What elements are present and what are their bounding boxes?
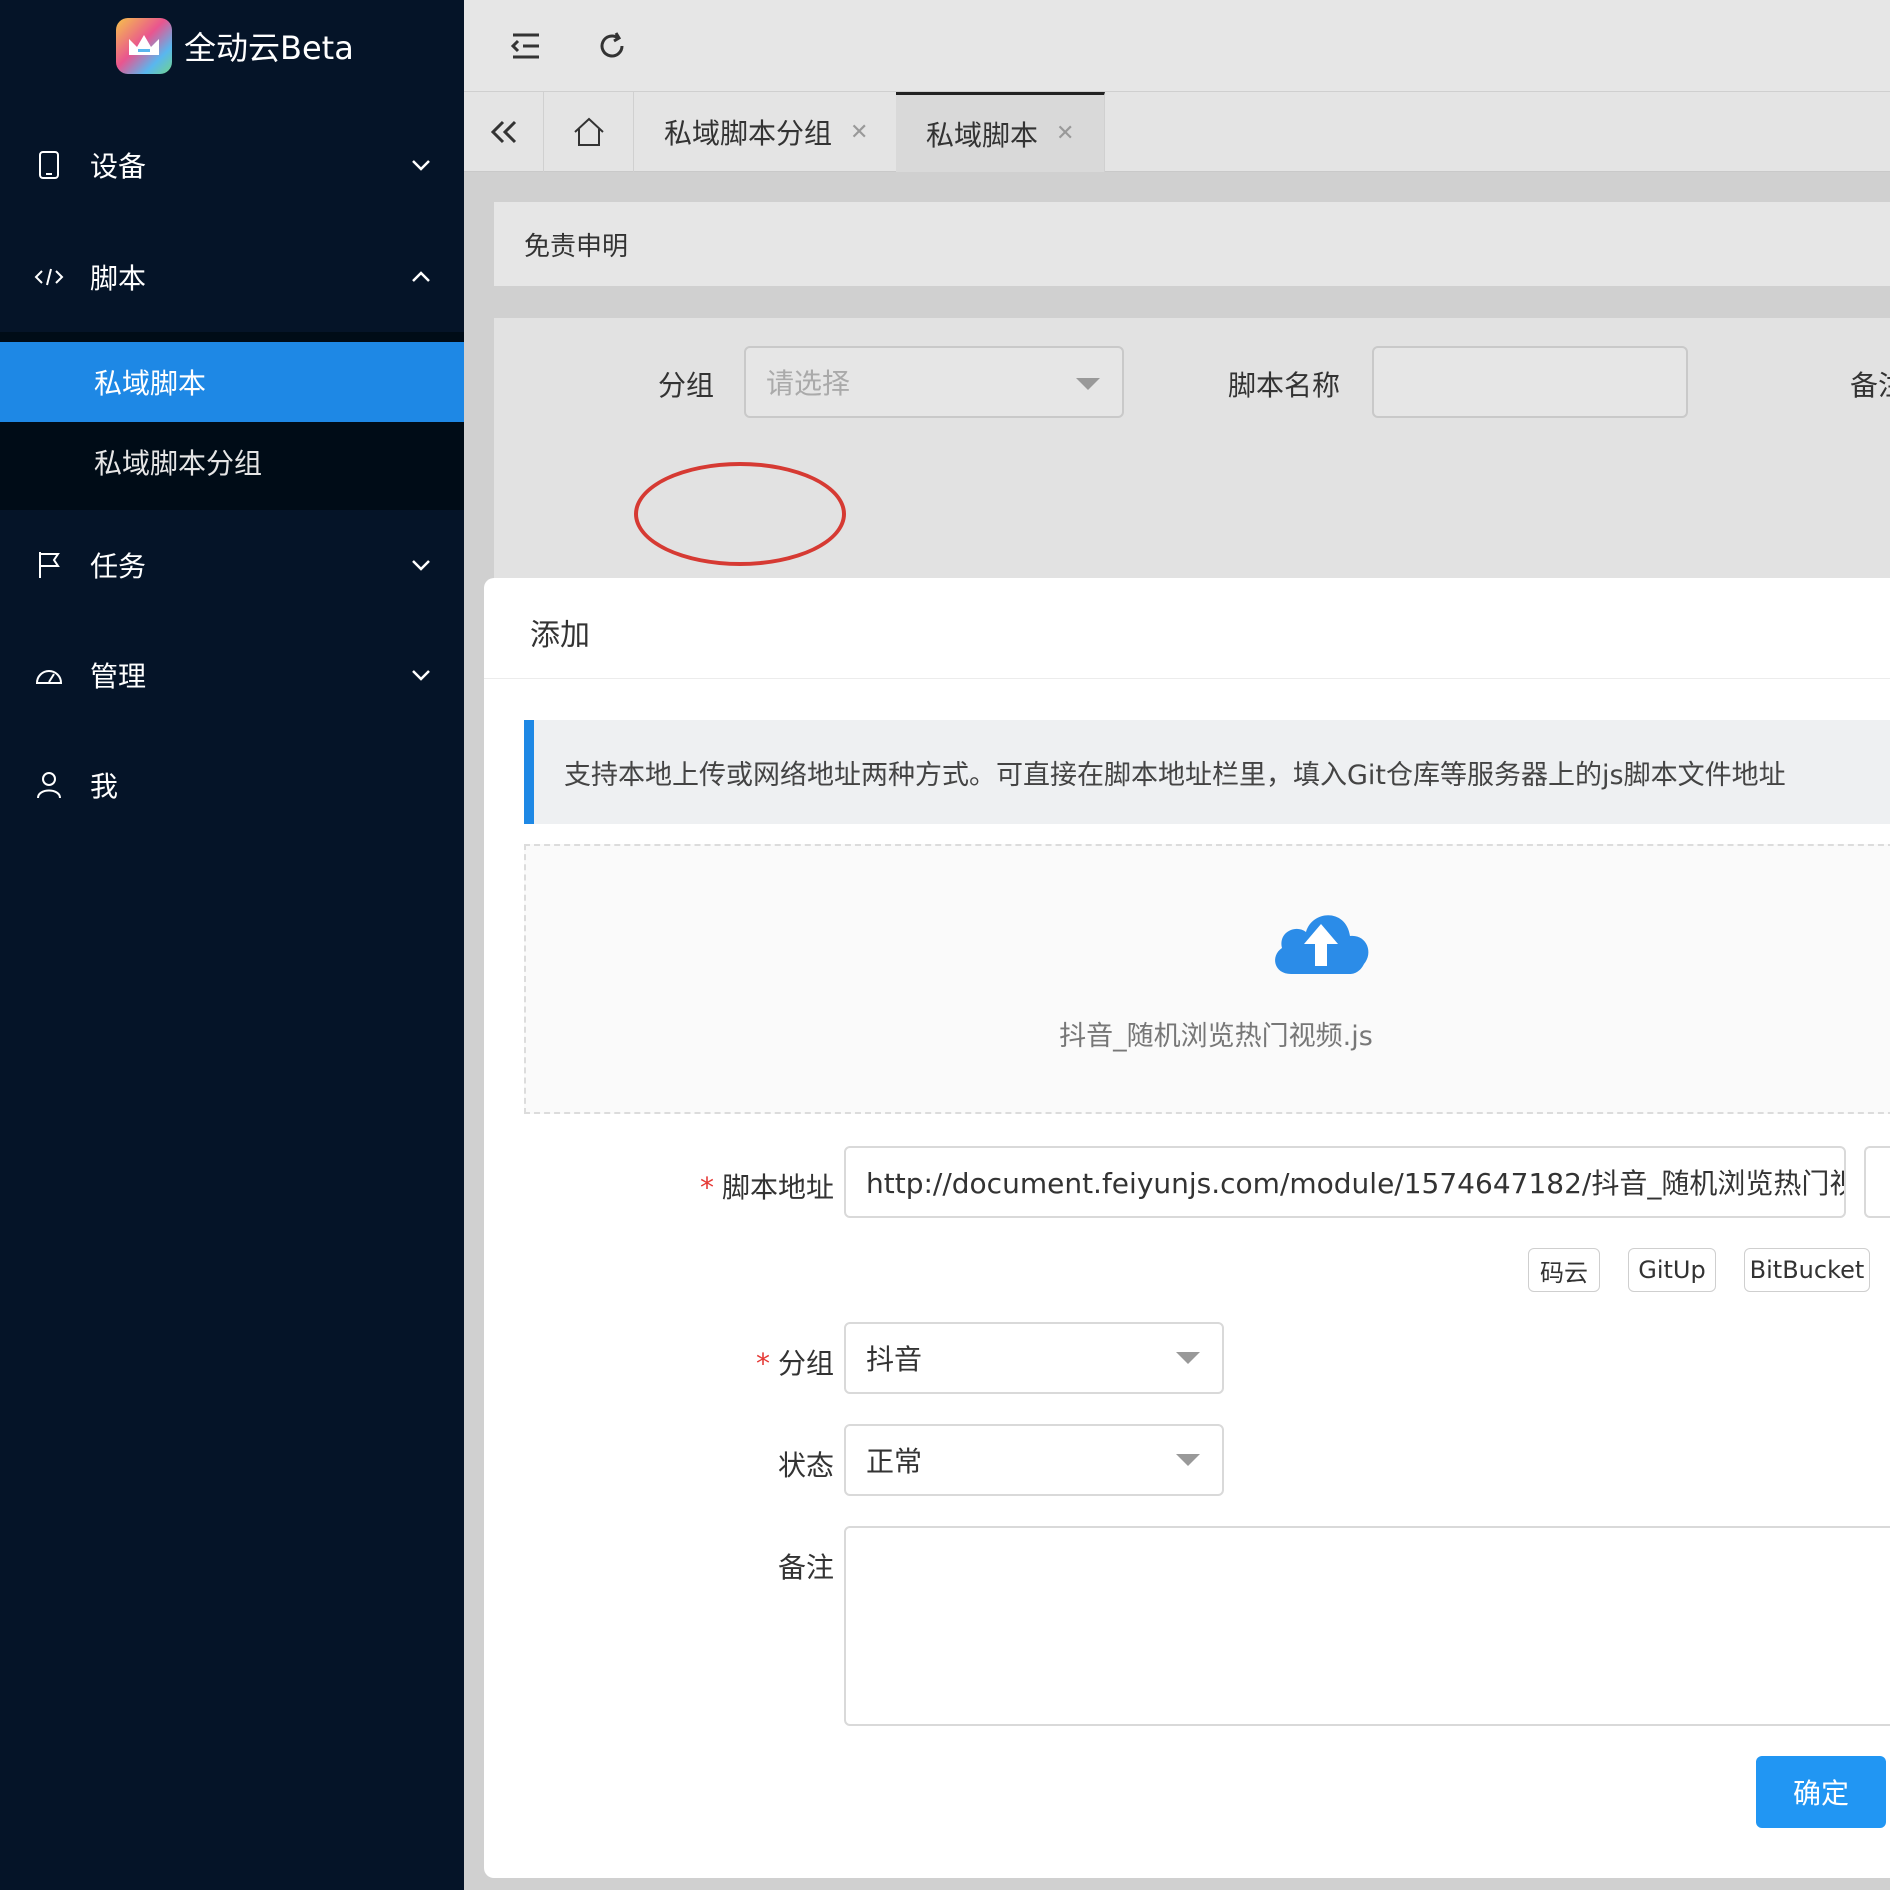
remark-textarea[interactable] [844, 1526, 1890, 1726]
sidebar-item-label: 我 [90, 770, 119, 803]
refresh-icon [600, 32, 624, 58]
group-label-text: 分组 [777, 1347, 834, 1380]
app-logo[interactable]: 全动云Beta [116, 18, 354, 74]
indent-icon [510, 33, 539, 59]
filter-group-select[interactable]: 请选择 [744, 346, 1124, 418]
source-button-gitee[interactable]: 码云 [1528, 1248, 1600, 1292]
double-chevron-left-icon [490, 120, 516, 144]
filter-group-placeholder: 请选择 [766, 367, 851, 400]
dashboard-icon [34, 660, 64, 690]
tab-private-script[interactable]: 私域脚本 ✕ [896, 92, 1106, 172]
sidebar: 全动云Beta 设备 脚本 私域脚本 私域脚本分组 任务 管理 我 [0, 0, 464, 1890]
filter-group-label: 分组 [658, 369, 715, 402]
filter-remark-label: 备注 [1850, 369, 1890, 402]
filter-name-label: 脚本名称 [1228, 369, 1341, 402]
logo-crown-icon [116, 18, 172, 74]
script-url-input[interactable]: http://document.feiyunjs.com/module/1574… [844, 1146, 1846, 1218]
sidebar-item-device[interactable]: 设备 [0, 110, 464, 220]
required-mark: * [755, 1347, 770, 1380]
sidebar-subitem-private-script[interactable]: 私域脚本 [0, 342, 464, 422]
highlight-annotation [634, 462, 846, 566]
script-url-value: http://document.feiyunjs.com/module/1574… [866, 1167, 1846, 1200]
sidebar-subitem-private-script-group[interactable]: 私域脚本分组 [0, 422, 464, 502]
reload-button[interactable] [588, 22, 636, 70]
close-icon[interactable]: ✕ [850, 120, 868, 145]
tabs-bar: 私域脚本分组 ✕ 私域脚本 ✕ [464, 92, 1890, 172]
tab-label: 私域脚本 [926, 118, 1039, 152]
caret-down-icon [1176, 1454, 1200, 1466]
script-url-extra-button[interactable] [1864, 1146, 1890, 1218]
info-alert: 支持本地上传或网络地址两种方式。可直接在脚本地址栏里，填入Git仓库等服务器上的… [524, 720, 1890, 824]
group-label: * 分组 [674, 1342, 834, 1382]
app-title: 全动云Beta [184, 29, 354, 67]
sidebar-item-label: 脚本 [90, 262, 147, 295]
add-script-modal: 添加 支持本地上传或网络地址两种方式。可直接在脚本地址栏里，填入Git仓库等服务… [484, 578, 1890, 1878]
top-toolbar [464, 0, 1890, 92]
tab-private-script-group[interactable]: 私域脚本分组 ✕ [634, 92, 900, 172]
uploaded-filename: 抖音_随机浏览热门视频.js [1059, 1021, 1373, 1052]
sidebar-item-script[interactable]: 脚本 [0, 222, 464, 332]
cloud-upload-icon [1275, 915, 1369, 974]
sidebar-item-manage[interactable]: 管理 [0, 620, 464, 730]
collapse-menu-button[interactable] [502, 22, 550, 70]
close-icon[interactable]: ✕ [1056, 121, 1074, 146]
sidebar-item-label: 设备 [90, 150, 147, 183]
group-select[interactable]: 抖音 [844, 1322, 1224, 1394]
flag-icon [34, 550, 64, 580]
disclaimer-title: 免责申明 [524, 231, 629, 262]
caret-down-icon [1176, 1352, 1200, 1364]
code-icon [34, 262, 64, 292]
upload-dropzone[interactable]: 抖音_随机浏览热门视频.js [524, 844, 1890, 1114]
chevron-down-icon [412, 560, 430, 571]
user-icon [34, 770, 64, 800]
sidebar-item-task[interactable]: 任务 [0, 510, 464, 620]
status-select[interactable]: 正常 [844, 1424, 1224, 1496]
sidebar-item-label: 任务 [90, 550, 147, 583]
source-button-bitbucket[interactable]: BitBucket [1744, 1248, 1870, 1292]
info-alert-text: 支持本地上传或网络地址两种方式。可直接在脚本地址栏里，填入Git仓库等服务器上的… [564, 759, 1786, 791]
home-icon [573, 117, 604, 146]
chevron-down-icon [412, 670, 430, 681]
script-url-label-text: 脚本地址 [721, 1171, 834, 1204]
script-url-label: * 脚本地址 [674, 1166, 834, 1206]
modal-divider [484, 678, 1890, 679]
modal-title: 添加 [530, 618, 590, 653]
source-button-gitup[interactable]: GitUp [1628, 1248, 1716, 1292]
remark-label: 备注 [777, 1551, 834, 1584]
tabs-scroll-left-button[interactable] [464, 92, 544, 172]
phone-icon [34, 150, 64, 180]
filter-name-input[interactable] [1372, 346, 1688, 418]
group-select-value: 抖音 [866, 1343, 923, 1376]
chevron-down-icon [412, 160, 430, 171]
home-tab[interactable] [544, 92, 634, 172]
chevron-up-icon [412, 271, 430, 282]
required-mark: * [699, 1171, 714, 1204]
sidebar-item-label: 管理 [90, 660, 147, 693]
status-label: 状态 [777, 1449, 834, 1482]
tab-label: 私域脚本分组 [664, 117, 833, 150]
caret-down-icon [1076, 378, 1100, 390]
script-submenu: 私域脚本 私域脚本分组 [0, 332, 464, 510]
confirm-button[interactable]: 确定 [1756, 1756, 1886, 1828]
disclaimer-panel[interactable]: 免责申明 [494, 202, 1890, 286]
status-select-value: 正常 [866, 1445, 923, 1478]
sidebar-item-me[interactable]: 我 [0, 730, 464, 840]
